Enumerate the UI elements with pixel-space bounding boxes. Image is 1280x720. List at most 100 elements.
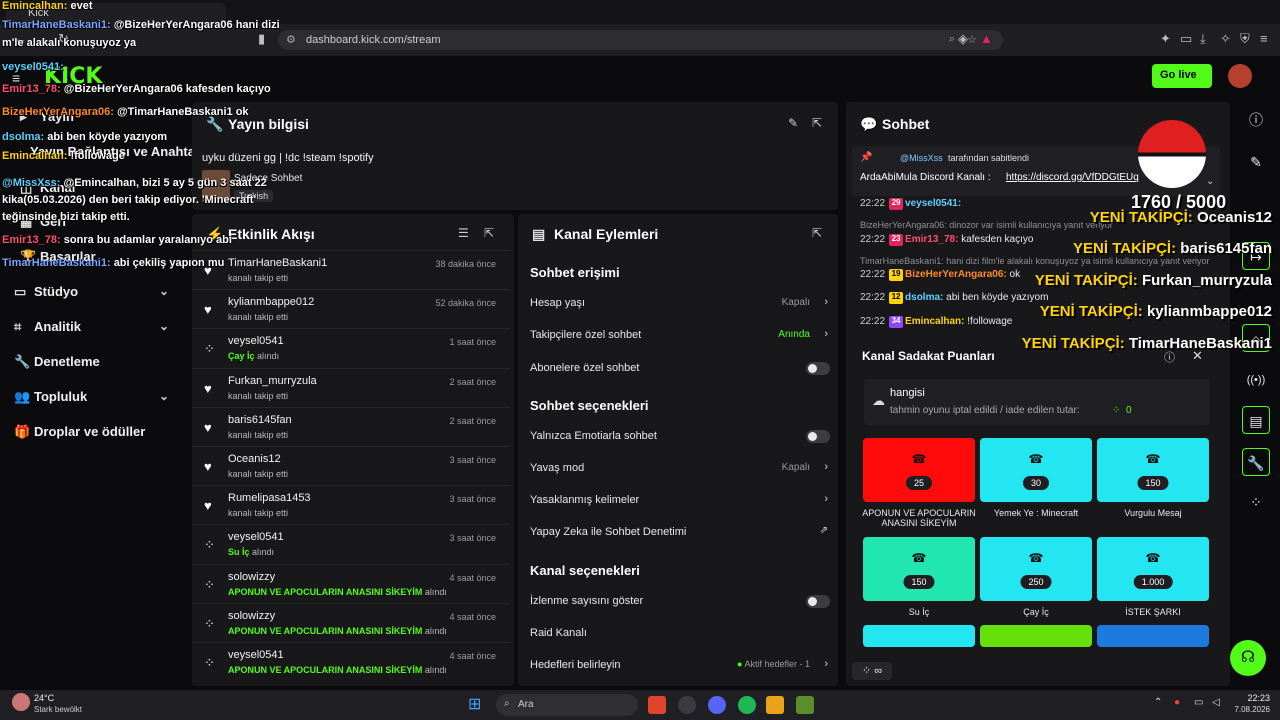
sidebar-item-topluluk[interactable]: 👥 Topluluk ⌄ <box>14 389 179 411</box>
setting-goals[interactable]: Hedefleri belirleyin ● Aktif hedefler - 1… <box>530 658 832 679</box>
reward-card[interactable] <box>980 625 1092 647</box>
chat-time: 22:22 <box>860 269 886 280</box>
chevron-up-icon[interactable]: ⌃ <box>1154 697 1162 708</box>
sub-chat-toggle[interactable] <box>806 362 830 375</box>
star-icon[interactable]: ☆ <box>967 33 977 46</box>
setting-emote-only[interactable]: Yalnızca Emotiarla sohbet <box>530 430 832 450</box>
brave-rewards-icon[interactable]: ▲ <box>980 31 993 46</box>
brave-taskbar-icon[interactable] <box>648 696 666 714</box>
reward-card[interactable] <box>1097 625 1209 647</box>
sidebar-item-studyo[interactable]: ▭ Stüdyo ⌄ <box>14 284 179 306</box>
activity-row[interactable]: ⁘ veysel0541 APONUN VE APOCULARIN ANASINI … <box>192 642 510 681</box>
activity-row[interactable]: ♥ Furkan_murryzula kanalı takip etti 2 saat… <box>192 367 510 407</box>
chat-badge: 34 <box>889 316 904 328</box>
minecraft-taskbar-icon[interactable] <box>796 696 814 714</box>
pinned-link[interactable]: https://discord.gg/VfDDGtEUq <box>1006 172 1139 183</box>
reward-card[interactable]: ☎ 150 <box>863 537 975 601</box>
edit-icon[interactable]: ✎ <box>788 116 798 130</box>
activity-row[interactable]: ♥ Rumelipasa1453 kanalı takip etti 3 saat ö… <box>192 485 510 524</box>
reward-card[interactable]: ☎ 25 <box>863 438 975 502</box>
pencil-icon[interactable]: ✎ <box>1242 148 1270 176</box>
obs-taskbar-icon[interactable] <box>678 696 696 714</box>
popout-icon[interactable]: ⇱ <box>484 226 494 240</box>
chat-badge: 19 <box>889 269 904 281</box>
activity-user[interactable]: Furkan_murryzula <box>228 375 317 387</box>
chat-user[interactable]: veysel0541: <box>905 198 961 209</box>
weather-icon[interactable] <box>12 693 30 711</box>
sidebar-item-droplar[interactable]: 🎁 Droplar ve ödüller <box>14 424 179 446</box>
activity-row[interactable]: ⁘ veysel0541 Çay İç alındı 1 saat önce <box>192 328 510 367</box>
popout-icon[interactable]: ⇱ <box>812 116 822 130</box>
activity-user[interactable]: veysel0541 <box>228 649 284 661</box>
taskbar-search[interactable]: ⌕ Ara <box>496 694 638 716</box>
filter-icon[interactable]: ☰ <box>458 226 469 240</box>
extensions-icon[interactable]: ✦ <box>1160 31 1171 47</box>
microphone-icon[interactable]: ● <box>1174 697 1180 708</box>
reward-card[interactable] <box>863 625 975 647</box>
chat-user[interactable]: Emir13_78: <box>905 234 958 245</box>
activity-row[interactable]: ♥ TimarHaneBaskani1 kanalı takip etti 38 da… <box>192 250 510 289</box>
site-info-icon[interactable]: ⚙ <box>286 33 296 46</box>
vpn-icon[interactable]: ⛨ <box>1240 31 1250 47</box>
address-bar[interactable]: ⚙ dashboard.kick.com/stream ⌕ ☆ <box>278 30 1003 50</box>
activity-row[interactable]: ♥ baris6145fan kanalı takip etti 2 saat önc… <box>192 406 510 446</box>
reward-card[interactable]: ☎ 1.000 <box>1097 537 1209 601</box>
sidebar-toggle-icon[interactable]: ▭ <box>1180 31 1192 47</box>
popout-icon[interactable]: ⇱ <box>812 226 822 240</box>
chat-user[interactable]: Emincalhan: <box>905 316 964 327</box>
setting-sub-chat[interactable]: Abonelere özel sohbet <box>530 362 832 382</box>
broadcast-icon[interactable]: ((•)) <box>1242 366 1270 394</box>
bookmark-icon[interactable]: ▮ <box>258 31 265 47</box>
reward-card[interactable]: ☎ 150 <box>1097 438 1209 502</box>
activity-user[interactable]: veysel0541 <box>228 335 284 347</box>
avatar[interactable] <box>1228 64 1252 88</box>
setting-banned-words[interactable]: Yasaklanmış kelimeler › <box>530 493 832 514</box>
setting-account-age[interactable]: Hesap yaşı Kapalı › <box>530 296 832 317</box>
chat-user[interactable]: dsolma: <box>905 292 943 303</box>
download-icon[interactable]: ⤓ <box>1200 31 1206 47</box>
help-button[interactable]: ☊ <box>1230 640 1266 676</box>
reward-card[interactable]: ☎ 30 <box>980 438 1092 502</box>
zoom-icon[interactable]: ⌕ <box>949 33 955 46</box>
follower-alert-name: Oceanis12 <box>1196 209 1272 226</box>
activity-row[interactable]: ♥ kylianmbappe012 kanalı takip etti 52 daki… <box>192 289 510 328</box>
chat-user[interactable]: BizeHerYerAngara06: <box>905 269 1007 280</box>
activity-user[interactable]: kylianmbappe012 <box>228 296 314 308</box>
spotify-taskbar-icon[interactable] <box>738 696 756 714</box>
activity-user[interactable]: solowizzy <box>228 610 275 622</box>
activity-row[interactable]: ⁘ solowizzy APONUN VE APOCULARIN ANASINI S… <box>192 563 510 603</box>
shield-icon[interactable]: ◈ <box>958 31 968 47</box>
activity-row[interactable]: ♥ Oceanis12 kanalı takip etti 3 saat önce <box>192 446 510 485</box>
activity-user[interactable]: veysel0541 <box>228 531 284 543</box>
setting-raid[interactable]: Raid Kanalı <box>530 627 832 647</box>
discord-taskbar-icon[interactable] <box>708 696 726 714</box>
folder-taskbar-icon[interactable] <box>766 696 784 714</box>
activity-row[interactable]: ⁘ veysel0541 Su İç alındı 3 saat önce <box>192 524 510 563</box>
windows-start-icon[interactable]: ⊞ <box>468 696 486 714</box>
wallet-icon[interactable]: ✧ <box>1220 31 1231 47</box>
setting-view-count[interactable]: İzlenme sayısını göster <box>530 595 832 615</box>
chevron-down-icon[interactable]: ⌄ <box>1206 176 1214 187</box>
activity-user[interactable]: TimarHaneBaskani1 <box>228 257 327 269</box>
wrench-icon[interactable]: 🔧 <box>1242 448 1270 476</box>
setting-ai-moderation[interactable]: Yapay Zeka ile Sohbet Denetimi ⇗ <box>530 525 832 546</box>
activity-user[interactable]: Oceanis12 <box>228 453 281 465</box>
layout-icon[interactable]: ▤ <box>1242 406 1270 434</box>
view-count-toggle[interactable] <box>806 595 830 608</box>
activity-user[interactable]: Rumelipasa1453 <box>228 492 311 504</box>
activity-row[interactable]: ⁘ solowizzy APONUN VE APOCULARIN ANASINI S… <box>192 602 510 642</box>
sidebar-item-analitik[interactable]: ⌗ Analitik ⌄ <box>14 319 179 341</box>
setting-follower-chat[interactable]: Takipçilere özel sohbet Anında › <box>530 328 832 349</box>
go-live-button[interactable]: Go live <box>1152 64 1212 88</box>
info-icon[interactable]: ⓘ <box>1242 106 1270 134</box>
network-icon[interactable]: ▭ <box>1194 697 1203 708</box>
sidebar-item-denetleme[interactable]: 🔧 Denetleme <box>14 354 179 376</box>
reward-card[interactable]: ☎ 250 <box>980 537 1092 601</box>
activity-user[interactable]: solowizzy <box>228 571 275 583</box>
points-balance[interactable]: ⁘ ∞ <box>852 662 892 680</box>
points-icon[interactable]: ⁘ <box>1242 488 1270 516</box>
menu-icon[interactable]: ≡ <box>1260 31 1268 46</box>
activity-user[interactable]: baris6145fan <box>228 414 292 426</box>
emote-only-toggle[interactable] <box>806 430 830 443</box>
setting-slow-mode[interactable]: Yavaş mod Kapalı › <box>530 461 832 482</box>
